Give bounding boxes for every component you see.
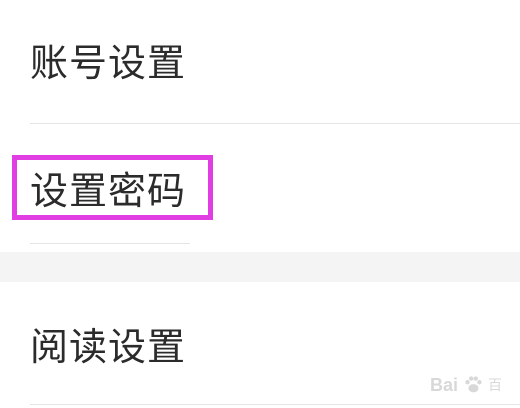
- section-gap: [0, 252, 520, 282]
- watermark-tail: 百: [488, 377, 502, 393]
- watermark-brand: Bai: [429, 374, 458, 395]
- settings-item-label: 阅读设置: [30, 325, 187, 369]
- settings-item-label: 账号设置: [30, 41, 187, 85]
- baidu-watermark: Bai 百: [430, 374, 502, 396]
- highlight-box: [12, 155, 213, 220]
- paw-icon: [465, 376, 482, 393]
- settings-item-account[interactable]: 账号设置: [0, 0, 520, 124]
- divider: [30, 243, 190, 244]
- divider: [30, 404, 520, 405]
